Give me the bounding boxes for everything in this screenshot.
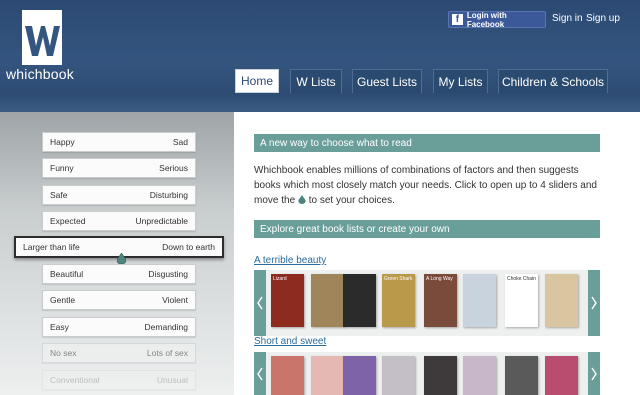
tab-guest-lists[interactable]: Guest Lists bbox=[352, 69, 422, 93]
carousel-next-button[interactable] bbox=[588, 352, 600, 395]
book-cover[interactable] bbox=[424, 356, 457, 395]
facebook-icon: f bbox=[452, 14, 463, 25]
carousel-prev-button[interactable] bbox=[254, 352, 266, 395]
book-cover[interactable] bbox=[343, 274, 376, 327]
intro-heading: A new way to choose what to read bbox=[254, 134, 600, 152]
list-title-short-and-sweet[interactable]: Short and sweet bbox=[254, 336, 326, 347]
book-carousel-1: Lizard Green Shark A Long Way Choke Chai… bbox=[254, 270, 600, 336]
sign-in-link[interactable]: Sign in bbox=[552, 13, 583, 24]
slider-left-label: Safe bbox=[50, 190, 68, 200]
slider-funny-serious[interactable]: Funny Serious bbox=[42, 158, 196, 178]
facebook-login-button[interactable]: f Login with Facebook bbox=[448, 10, 546, 29]
chevron-right-icon bbox=[591, 367, 597, 380]
book-cover[interactable] bbox=[463, 274, 496, 327]
book-cover[interactable] bbox=[505, 356, 538, 395]
explore-heading: Explore great book lists or create your … bbox=[254, 220, 600, 238]
slider-left-label: Conventional bbox=[50, 375, 100, 385]
intro-text: Whichbook enables millions of combinatio… bbox=[254, 163, 600, 208]
slider-left-label: Happy bbox=[50, 137, 75, 147]
book-cover-title: Choke Chain bbox=[507, 276, 536, 282]
slider-knob-drop-icon[interactable] bbox=[117, 253, 126, 264]
slider-right-label: Unpredictable bbox=[135, 216, 188, 226]
slider-left-label: Beautiful bbox=[50, 269, 84, 279]
book-cover-title: A Long Way bbox=[426, 276, 453, 282]
book-cover[interactable] bbox=[382, 356, 415, 395]
book-cover[interactable] bbox=[463, 356, 496, 395]
carousel-next-button[interactable] bbox=[588, 270, 600, 336]
slider-left-label: Expected bbox=[50, 216, 86, 226]
book-cover[interactable] bbox=[311, 356, 344, 395]
book-cover[interactable] bbox=[311, 274, 344, 327]
list-title-a-terrible-beauty[interactable]: A terrible beauty bbox=[254, 255, 326, 266]
book-cover[interactable]: Green Shark bbox=[382, 274, 415, 327]
intro-text-part2: to set your choices. bbox=[308, 195, 395, 206]
slider-right-label: Disturbing bbox=[149, 190, 188, 200]
slider-left-label: Funny bbox=[50, 163, 74, 173]
chevron-left-icon bbox=[257, 296, 263, 310]
slider-gentle-violent[interactable]: Gentle Violent bbox=[42, 290, 196, 310]
book-cover-title: Green Shark bbox=[384, 276, 413, 282]
slider-right-label: Disgusting bbox=[148, 269, 188, 279]
tab-home[interactable]: Home bbox=[235, 69, 279, 93]
slider-left-label: No sex bbox=[50, 348, 77, 358]
book-cover-title: Lizard bbox=[273, 276, 287, 282]
slider-left-label: Easy bbox=[50, 322, 69, 332]
slider-safe-disturbing[interactable]: Safe Disturbing bbox=[42, 185, 196, 205]
tab-w-lists[interactable]: W Lists bbox=[290, 69, 342, 93]
page: whichbook f Login with Facebook Sign in … bbox=[0, 0, 640, 395]
book-cover[interactable] bbox=[271, 356, 304, 395]
intro-text-part1: Whichbook enables millions of combinatio… bbox=[254, 165, 597, 206]
slider-right-label: Violent bbox=[162, 295, 188, 305]
w-logo-icon bbox=[25, 26, 60, 56]
slider-right-label: Lots of sex bbox=[146, 348, 188, 358]
drop-icon bbox=[298, 195, 306, 204]
sign-up-link[interactable]: Sign up bbox=[586, 13, 620, 24]
whichbook-logo[interactable] bbox=[22, 10, 62, 65]
book-cover[interactable]: A Long Way bbox=[424, 274, 457, 327]
facebook-login-label: Login with Facebook bbox=[466, 10, 507, 29]
slider-right-label: Demanding bbox=[144, 322, 188, 332]
book-cover[interactable]: Lizard bbox=[271, 274, 304, 327]
slider-left-label: Larger than life bbox=[23, 242, 80, 252]
carousel-prev-button[interactable] bbox=[254, 270, 266, 336]
slider-right-label: Unusual bbox=[156, 375, 188, 385]
book-cover[interactable] bbox=[545, 356, 578, 395]
slider-expected-unpredictable[interactable]: Expected Unpredictable bbox=[42, 211, 196, 231]
book-cover[interactable]: Choke Chain bbox=[505, 274, 538, 327]
book-cover[interactable] bbox=[343, 356, 376, 395]
slider-no-sex-lots-of-sex[interactable]: No sex Lots of sex bbox=[42, 343, 196, 363]
slider-easy-demanding[interactable]: Easy Demanding bbox=[42, 317, 196, 337]
slider-conventional-unusual[interactable]: Conventional Unusual bbox=[42, 370, 196, 390]
chevron-right-icon bbox=[591, 296, 597, 310]
slider-beautiful-disgusting[interactable]: Beautiful Disgusting bbox=[42, 264, 196, 284]
slider-left-label: Gentle bbox=[50, 295, 76, 305]
slider-right-label: Sad bbox=[172, 137, 188, 147]
tab-children-schools[interactable]: Children & Schools bbox=[498, 69, 608, 93]
header-band bbox=[0, 93, 640, 112]
slider-happy-sad[interactable]: Happy Sad bbox=[42, 132, 196, 152]
brand-name: whichbook bbox=[6, 66, 74, 82]
tab-my-lists[interactable]: My Lists bbox=[433, 69, 488, 93]
book-carousel-2 bbox=[254, 352, 600, 395]
chevron-left-icon bbox=[257, 367, 263, 380]
slider-right-label: Down to earth bbox=[162, 242, 215, 252]
slider-right-label: Serious bbox=[159, 163, 188, 173]
book-cover[interactable] bbox=[545, 274, 578, 327]
